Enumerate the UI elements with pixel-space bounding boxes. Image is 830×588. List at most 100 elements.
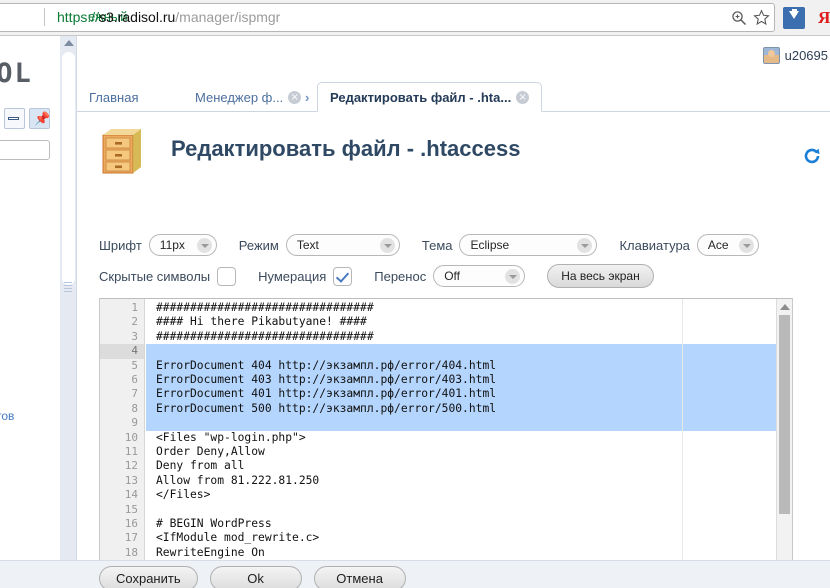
- chevron-right-icon: ›: [305, 90, 309, 105]
- mode-select[interactable]: Text: [286, 234, 400, 256]
- magnifier-icon[interactable]: [731, 10, 747, 26]
- code-editor[interactable]: 123456789101112131415161718192021222324 …: [99, 298, 793, 588]
- theme-label: Тема: [422, 238, 453, 253]
- wrap-label: Перенос: [374, 269, 426, 284]
- footer-buttons: Сохранить Ok Отмена: [99, 566, 406, 588]
- refresh-icon[interactable]: [802, 146, 822, 166]
- code-line[interactable]: <Files "wp-login.php">: [146, 431, 306, 445]
- scroll-up-arrow-icon[interactable]: [64, 40, 74, 46]
- gutter-line-number[interactable]: 7: [131, 387, 138, 401]
- editor-code-area[interactable]: #################################### Hi …: [146, 299, 793, 587]
- code-line[interactable]: </Files>: [146, 488, 210, 502]
- dialog-footer: Сохранить Ok Отмена: [0, 560, 830, 588]
- user-account-area[interactable]: u20695: [763, 44, 830, 66]
- collapse-icon[interactable]: [4, 108, 25, 129]
- save-button[interactable]: Сохранить: [99, 566, 198, 588]
- sidebar-search-input[interactable]: [0, 140, 50, 160]
- page-viewport: u20695 SOL 📌 тов Главная Менеджер ф... ×…: [0, 36, 830, 588]
- download-icon[interactable]: [783, 7, 805, 29]
- cancel-label: Отмена: [336, 571, 383, 586]
- sidebar-truncated-label: тов: [0, 409, 14, 423]
- extension-icon[interactable]: Я: [818, 8, 830, 28]
- code-line[interactable]: # BEGIN WordPress: [146, 517, 272, 531]
- browser-toolbar: ежный https://s3.radisol.ru/manager/ispm…: [0, 0, 830, 36]
- gutter-line-number[interactable]: 4: [100, 344, 144, 358]
- mode-label: Режим: [239, 238, 279, 253]
- panel-toolbar: 📌: [4, 108, 50, 129]
- url-scheme: https://: [57, 9, 99, 25]
- keyboard-value: Ace: [708, 238, 729, 252]
- code-line[interactable]: RewriteEngine On: [146, 546, 265, 560]
- page-header: Редактировать файл - .htaccess: [77, 112, 830, 176]
- gutter-line-number[interactable]: 11: [125, 445, 138, 459]
- chevron-down-icon: [505, 269, 520, 284]
- font-select[interactable]: 11px: [149, 234, 217, 256]
- font-label: Шрифт: [99, 238, 142, 253]
- gutter-line-number[interactable]: 18: [125, 546, 138, 560]
- code-line[interactable]: ErrorDocument 403 http://экзампл.рф/erro…: [146, 373, 496, 387]
- gutter-line-number[interactable]: 9: [131, 416, 138, 430]
- splitter-grip-icon[interactable]: [64, 282, 72, 292]
- code-line[interactable]: ################################: [146, 301, 374, 315]
- bookmark-star-icon[interactable]: [753, 9, 770, 26]
- ok-button[interactable]: Ok: [210, 566, 302, 588]
- font-value: 11px: [160, 238, 185, 252]
- keyboard-select[interactable]: Ace: [697, 234, 759, 256]
- gutter-line-number[interactable]: 1: [131, 301, 138, 315]
- wrap-select[interactable]: Off: [433, 265, 525, 287]
- avatar: [763, 47, 780, 64]
- tab-file-manager[interactable]: Менеджер ф... ×: [183, 82, 313, 112]
- gutter-line-number[interactable]: 14: [125, 488, 138, 502]
- code-line[interactable]: [146, 344, 156, 358]
- editor-scrollbar[interactable]: [776, 299, 792, 587]
- chevron-down-icon: [197, 238, 212, 253]
- scroll-up-arrow-icon[interactable]: [780, 304, 790, 310]
- gutter-line-number[interactable]: 13: [125, 474, 138, 488]
- code-line[interactable]: [146, 416, 156, 430]
- code-line[interactable]: Order Deny,Allow: [146, 445, 265, 459]
- tab-glavnaya[interactable]: Главная: [77, 82, 150, 112]
- code-line[interactable]: ################################: [146, 330, 374, 344]
- code-line[interactable]: Allow from 81.222.81.250: [146, 474, 319, 488]
- gutter-line-number[interactable]: 8: [131, 402, 138, 416]
- url-text[interactable]: https://s3.radisol.ru/manager/ispmgr: [57, 9, 280, 25]
- scrollbar-thumb[interactable]: [779, 315, 790, 514]
- code-line[interactable]: #### Hi there Pikabutyane! ####: [146, 315, 367, 329]
- code-line[interactable]: [146, 503, 156, 517]
- theme-select[interactable]: Eclipse: [459, 234, 597, 256]
- code-line[interactable]: <IfModule mod_rewrite.c>: [146, 531, 319, 545]
- cancel-button[interactable]: Отмена: [314, 566, 406, 588]
- page-title: Редактировать файл - .htaccess: [171, 136, 520, 162]
- panel-scrollbar[interactable]: [60, 36, 77, 588]
- tab-edit-file[interactable]: Редактировать файл - .hta... ×: [317, 82, 542, 112]
- code-line[interactable]: ErrorDocument 401 http://экзампл.рф/erro…: [146, 387, 496, 401]
- scrollbar-thumb[interactable]: [62, 52, 75, 285]
- gutter-line-number[interactable]: 15: [125, 503, 138, 517]
- keyboard-label: Клавиатура: [619, 238, 689, 253]
- tab-label: Главная: [89, 90, 138, 105]
- numbering-checkbox[interactable]: [333, 267, 352, 286]
- close-icon[interactable]: ×: [288, 91, 301, 104]
- code-line[interactable]: ErrorDocument 404 http://экзампл.рф/erro…: [146, 359, 496, 373]
- chevron-down-icon: [380, 238, 395, 253]
- print-margin-line: [682, 299, 683, 587]
- fullscreen-button[interactable]: На весь экран: [547, 264, 654, 288]
- ok-label: Ok: [247, 571, 264, 586]
- code-line[interactable]: ErrorDocument 500 http://экзампл.рф/erro…: [146, 402, 496, 416]
- gutter-line-number[interactable]: 17: [125, 531, 138, 545]
- main-content: Редактировать файл - .htaccess Шрифт 11p…: [77, 112, 830, 588]
- code-line[interactable]: Deny from all: [146, 459, 244, 473]
- gutter-line-number[interactable]: 3: [131, 330, 138, 344]
- close-icon[interactable]: ×: [516, 91, 529, 104]
- gutter-line-number[interactable]: 6: [131, 373, 138, 387]
- gutter-line-number[interactable]: 10: [125, 431, 138, 445]
- gutter-line-number[interactable]: 16: [125, 517, 138, 531]
- minus-glyph: [8, 117, 19, 120]
- gutter-line-number[interactable]: 12: [125, 459, 138, 473]
- gutter-line-number[interactable]: 2: [131, 315, 138, 329]
- gutter-line-number[interactable]: 5: [131, 359, 138, 373]
- chevron-down-icon: [739, 238, 754, 253]
- wrap-value: Off: [444, 269, 460, 283]
- hidden-chars-checkbox[interactable]: [217, 267, 236, 286]
- pin-icon[interactable]: 📌: [29, 108, 50, 129]
